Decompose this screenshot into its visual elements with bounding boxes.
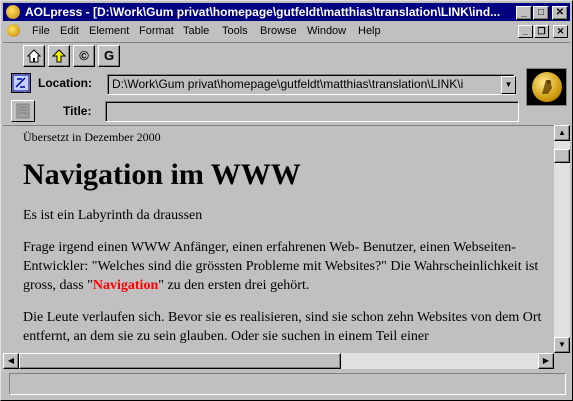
paragraph-3[interactable]: Die Leute verlaufen sich. Bevor sie es r… xyxy=(23,308,548,346)
close-button[interactable]: ✕ xyxy=(552,6,568,20)
menu-tools[interactable]: Tools xyxy=(222,25,248,37)
home-button[interactable] xyxy=(23,45,45,67)
menu-file[interactable]: File xyxy=(32,25,50,37)
title-label: Title: xyxy=(63,104,92,118)
status-bar xyxy=(3,371,570,399)
scroll-down-button[interactable]: ▼ xyxy=(554,337,570,353)
home-icon xyxy=(26,49,42,63)
page-heading[interactable]: Navigation im WWW xyxy=(23,158,548,192)
doc-minimize-button[interactable]: _ xyxy=(518,25,533,38)
menu-element[interactable]: Element xyxy=(89,25,129,37)
vertical-scroll-thumb[interactable] xyxy=(554,149,570,163)
paragraph-1[interactable]: Es ist ein Labyrinth da draussen xyxy=(23,206,548,225)
aol-coin-icon xyxy=(532,72,562,102)
location-label: Location: xyxy=(38,76,92,90)
document-icon xyxy=(16,103,30,119)
translation-note: Übersetzt in Dezember 2000 xyxy=(23,130,161,144)
status-text xyxy=(9,373,566,395)
location-field[interactable]: D:\Work\Gum privat\homepage\gutfeldt\mat… xyxy=(107,74,515,95)
vertical-scrollbar[interactable]: ▲ ▼ xyxy=(554,125,570,353)
scroll-right-button[interactable]: ▶ xyxy=(538,353,554,369)
horizontal-scrollbar[interactable]: ◀ ▶ xyxy=(3,353,554,369)
paragraph-2[interactable]: Frage irgend einen WWW Anfänger, einen e… xyxy=(23,238,548,295)
aol-logo xyxy=(526,68,567,106)
g-button[interactable]: G xyxy=(98,45,120,67)
aolpress-app-icon[interactable] xyxy=(6,5,20,19)
doc-restore-button[interactable]: ❐ xyxy=(534,25,549,38)
up-arrow-icon xyxy=(51,49,67,63)
page-properties-button[interactable] xyxy=(11,100,35,122)
app-window: AOLpress - [D:\Work\Gum privat\homepage\… xyxy=(0,0,573,401)
menu-browse[interactable]: Browse xyxy=(260,25,297,37)
menu-table[interactable]: Table xyxy=(183,25,209,37)
menu-bar: File Edit Element Format Table Tools Bro… xyxy=(3,22,570,41)
toolbar: © G xyxy=(3,42,570,71)
menu-window[interactable]: Window xyxy=(307,25,346,37)
menu-format[interactable]: Format xyxy=(139,25,174,37)
document-view[interactable]: Übersetzt in Dezember 2000 Navigation im… xyxy=(3,125,554,354)
document-menu-icon[interactable] xyxy=(7,24,20,37)
scroll-left-button[interactable]: ◀ xyxy=(3,353,19,369)
paragraph-2-text-b: " zu den ersten drei gehört. xyxy=(158,278,310,293)
copyright-button[interactable]: © xyxy=(73,45,95,67)
title-field[interactable] xyxy=(105,101,519,122)
minimize-button[interactable]: _ xyxy=(516,6,532,20)
maximize-button[interactable]: □ xyxy=(533,6,549,20)
scroll-up-button[interactable]: ▲ xyxy=(554,125,570,141)
navigation-highlight: Navigation xyxy=(92,278,159,293)
copyright-icon: © xyxy=(79,48,89,63)
window-title: AOLpress - [D:\Work\Gum privat\homepage\… xyxy=(25,5,501,19)
location-dropdown-button[interactable]: ▼ xyxy=(501,76,516,94)
link-chain-icon[interactable] xyxy=(11,73,31,93)
title-bar[interactable]: AOLpress - [D:\Work\Gum privat\homepage\… xyxy=(3,3,570,21)
location-row: Location: D:\Work\Gum privat\homepage\gu… xyxy=(3,71,523,97)
horizontal-scroll-thumb[interactable] xyxy=(19,353,341,369)
doc-close-button[interactable]: ✕ xyxy=(553,25,568,38)
menu-help[interactable]: Help xyxy=(358,25,381,37)
g-icon: G xyxy=(103,48,115,63)
up-button[interactable] xyxy=(48,45,70,67)
menu-edit[interactable]: Edit xyxy=(60,25,79,37)
